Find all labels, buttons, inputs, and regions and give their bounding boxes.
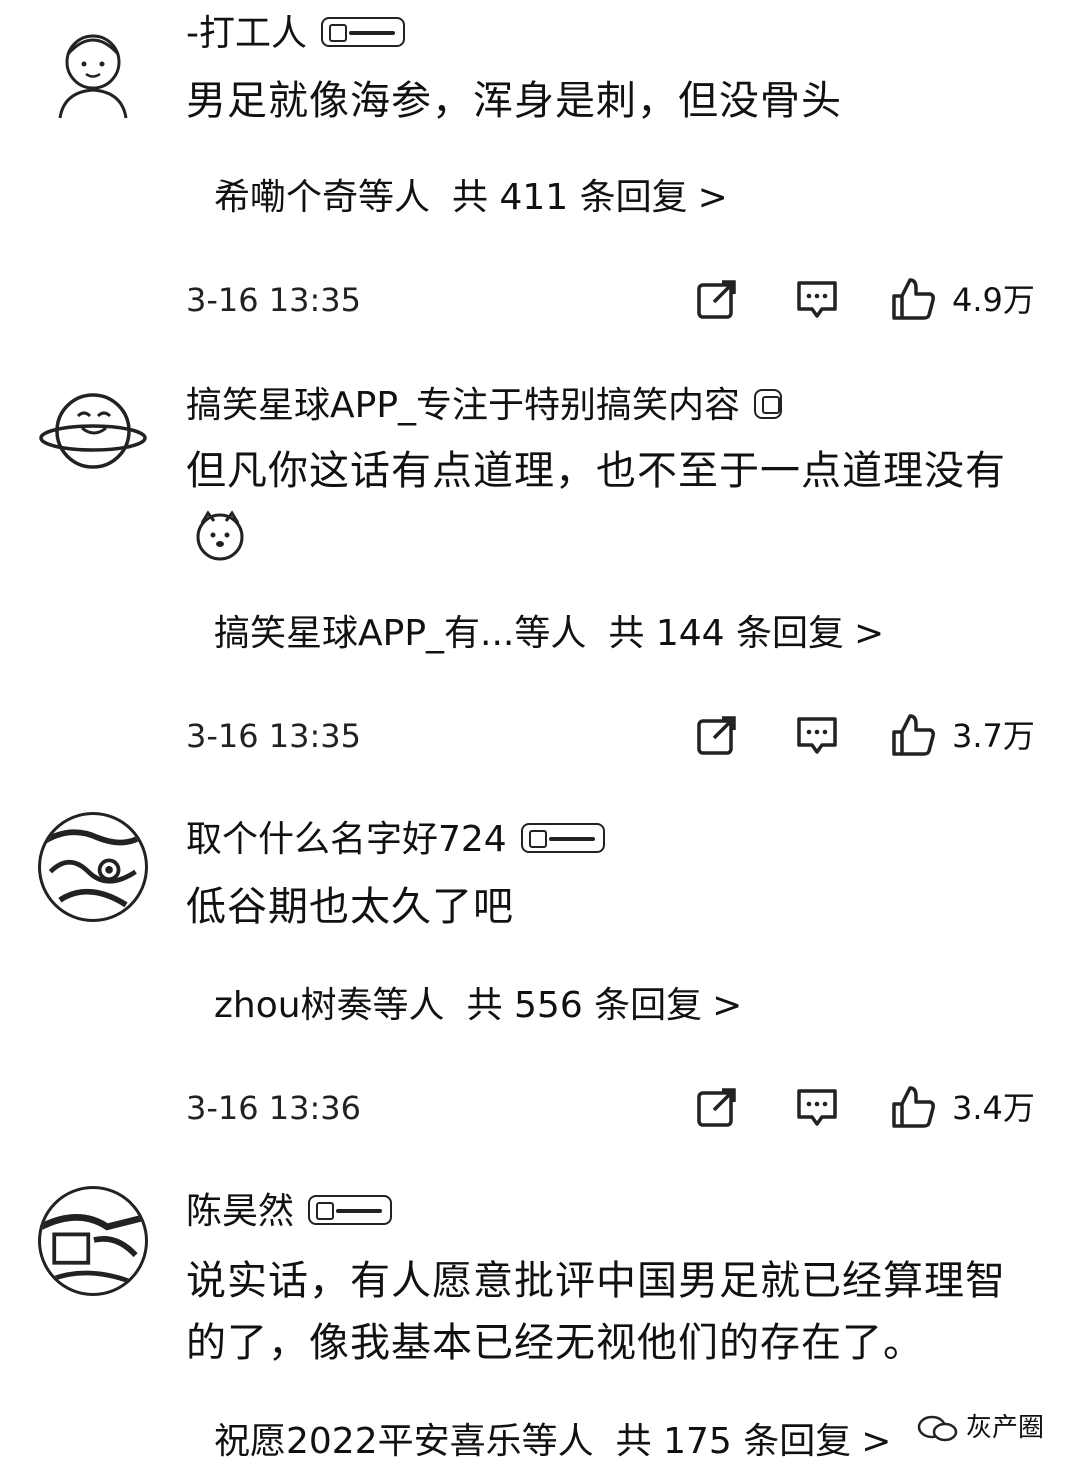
thumbs-up-icon[interactable] [890, 276, 936, 322]
watermark: 灰产圈 [916, 1407, 1044, 1444]
comment-text: 说实话，有人愿意批评中国男足就已经算理智的了，像我基本已经无视他们的存在了。 [186, 1258, 1006, 1366]
comment-text: 低谷期也太久了吧 [186, 884, 514, 930]
comment-meta: 3-16 13:35 3.7万 [186, 712, 1046, 762]
vip-badge-icon [308, 1195, 393, 1225]
reply-users: 祝愿2022平安喜乐等人 [214, 1421, 594, 1462]
avatar[interactable] [38, 20, 148, 130]
chevron-right-icon: > [861, 1421, 892, 1462]
vip-badge-icon [520, 823, 605, 853]
wechat-icon [916, 1414, 960, 1444]
planet-avatar-icon [39, 393, 147, 469]
view-replies-link[interactable]: zhou树奏等人共 556 条回复 > [214, 984, 742, 1028]
view-replies-link[interactable]: 希嘞个奇等人共 411 条回复 > [214, 176, 728, 220]
chevron-right-icon: > [854, 613, 885, 654]
comment-text: 男足就像海参，浑身是刺，但没骨头 [186, 78, 842, 124]
reply-count: 共 556 条回复 [466, 985, 703, 1026]
timestamp: 3-16 13:36 [186, 1089, 362, 1127]
reply-count: 共 411 条回复 [452, 177, 688, 218]
comment-text: 但凡你这话有点道理，也不至于一点道理没有 [186, 440, 1036, 564]
like-count: 3.4万 [952, 1089, 1035, 1127]
username[interactable]: 陈昊然 [186, 1190, 393, 1234]
thumbs-up-icon[interactable] [890, 712, 936, 758]
reply-count: 共 144 条回复 [608, 613, 844, 654]
timestamp: 3-16 13:35 [186, 281, 362, 319]
avatar[interactable] [38, 1186, 148, 1296]
share-icon[interactable] [694, 1084, 740, 1130]
avatar[interactable] [38, 376, 148, 486]
reply-users: 搞笑星球APP_有...等人 [214, 613, 587, 654]
comment-icon[interactable] [794, 1084, 840, 1130]
anime-avatar-icon [41, 829, 145, 908]
comment-meta: 3-16 13:36 3.4万 [186, 1084, 1046, 1134]
reply-users: 希嘞个奇等人 [214, 177, 431, 218]
view-replies-link[interactable]: 搞笑星球APP_有...等人共 144 条回复 > [214, 612, 884, 656]
like-count: 4.9万 [952, 281, 1035, 319]
thumbs-up-icon[interactable] [890, 1084, 936, 1130]
share-icon[interactable] [694, 712, 740, 758]
comment-meta: 3-16 13:35 4.9万 [186, 276, 1046, 326]
username[interactable]: 搞笑星球APP_专注于特别搞笑内容 [186, 384, 783, 428]
chevron-right-icon: > [712, 985, 743, 1026]
reply-count: 共 175 条回复 [615, 1421, 852, 1462]
doge-emoji-icon [194, 509, 246, 561]
like-count: 3.7万 [952, 717, 1035, 755]
avatar[interactable] [38, 812, 148, 922]
view-replies-link[interactable]: 祝愿2022平安喜乐等人共 175 条回复 > [214, 1420, 891, 1464]
verified-icon [754, 389, 783, 419]
cartoon-worker-avatar-icon [58, 34, 128, 119]
comment-icon[interactable] [794, 276, 840, 322]
reply-users: zhou树奏等人 [214, 985, 445, 1026]
timestamp: 3-16 13:35 [186, 717, 362, 755]
username[interactable]: -打工人 [186, 12, 405, 56]
photo-avatar-icon [41, 1214, 145, 1286]
share-icon[interactable] [694, 276, 740, 322]
username[interactable]: 取个什么名字好724 [186, 818, 605, 862]
vip-badge-icon [321, 17, 405, 47]
chevron-right-icon: > [697, 177, 728, 218]
comment-icon[interactable] [794, 712, 840, 758]
